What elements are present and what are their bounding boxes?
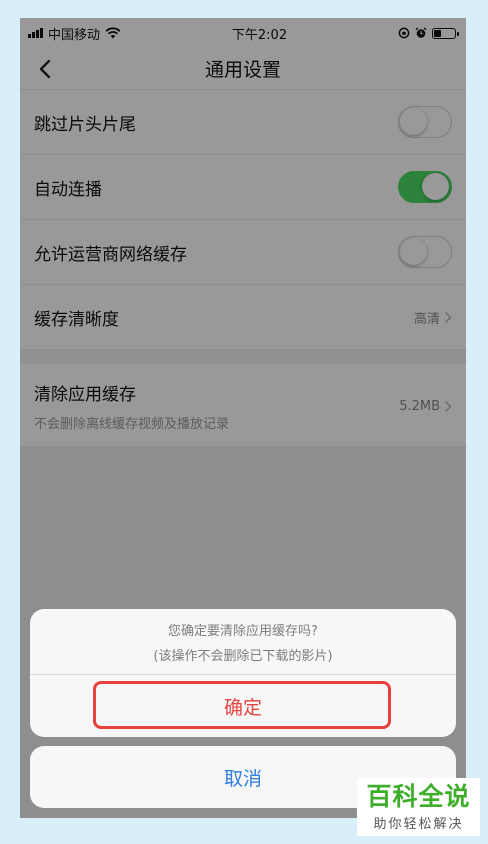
action-sheet-message: 您确定要清除应用缓存吗? (该操作不会删除已下载的影片): [30, 609, 456, 675]
watermark-subtitle: 助你轻松解决: [373, 816, 464, 832]
confirm-button[interactable]: 确定: [30, 675, 456, 737]
message-line-2: (该操作不会删除已下载的影片): [153, 648, 333, 664]
action-sheet: 您确定要清除应用缓存吗? (该操作不会删除已下载的影片) 确定: [30, 609, 456, 737]
cancel-label: 取消: [223, 767, 262, 790]
phone-screen: 中国移动 下午2:02 通用设置 跳过片头片尾 自动连播 允许运营商网络缓存 缓…: [20, 18, 466, 818]
highlight-box: [93, 681, 391, 729]
watermark-title: 百科全说: [366, 781, 471, 811]
watermark-logo: 百科全说 助你轻松解决: [357, 778, 480, 836]
message-line-1: 您确定要清除应用缓存吗?: [168, 623, 318, 639]
